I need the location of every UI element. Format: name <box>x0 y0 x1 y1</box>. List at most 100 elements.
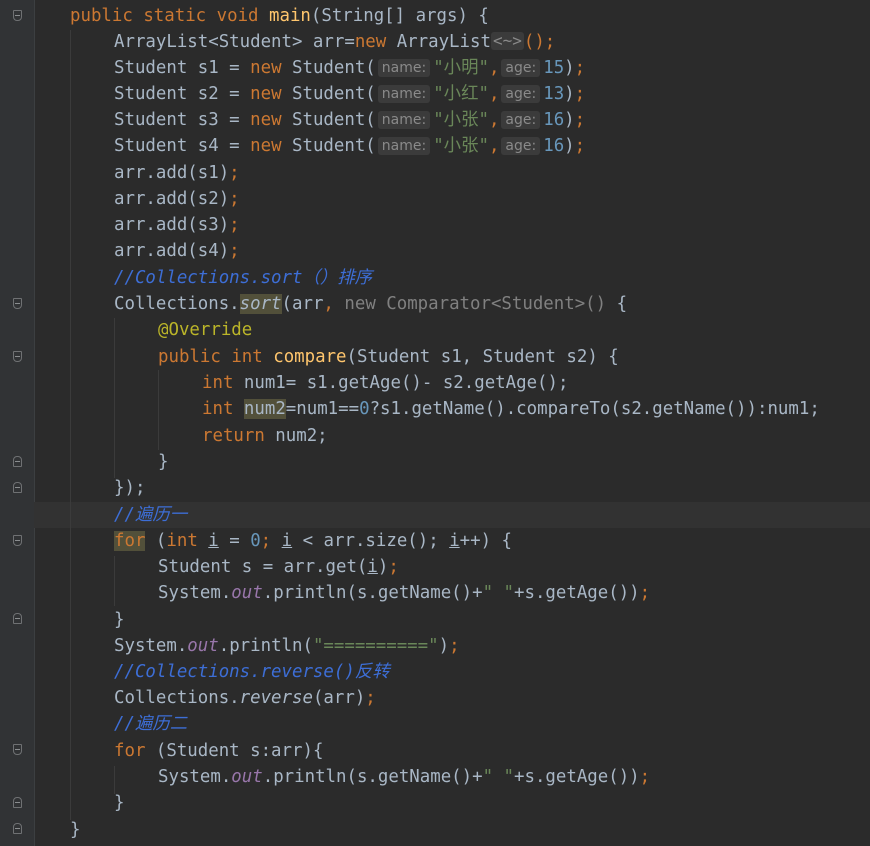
code-text: .println(s.getName()+ <box>262 583 483 603</box>
string-literal: "小明" <box>433 58 489 78</box>
code-text: System. <box>158 583 232 603</box>
fold-marker-icon[interactable] <box>13 351 22 362</box>
code-text: arr.add(s3) <box>114 215 230 235</box>
code-line-final-brace[interactable]: } <box>70 817 80 843</box>
code-text: System. <box>158 767 232 787</box>
semicolon: ; <box>260 531 272 551</box>
code-line-add-s3[interactable]: arr.add(s3); <box>114 212 240 238</box>
number-literal: 13 <box>543 84 565 104</box>
keyword-highlighted: for <box>114 531 146 551</box>
code-line-add-s2[interactable]: arr.add(s2); <box>114 186 240 212</box>
keyword: int <box>202 399 234 419</box>
code-line-for-each[interactable]: for (Student s:arr){ <box>114 738 323 764</box>
keyword: public <box>158 347 221 367</box>
code-line-add-s1[interactable]: arr.add(s1); <box>114 160 240 186</box>
code-line-student-s4[interactable]: Student s4 = new Student(name: "小张", age: 1… <box>114 133 585 159</box>
keyword: new <box>250 136 282 156</box>
number-literal: 16 <box>543 136 565 156</box>
code-text: ?s1.getName().compareTo(s2.getName()):nu… <box>369 399 820 419</box>
code-line-main-signature[interactable]: public static void main(String[] args) { <box>70 3 489 29</box>
code-line-compare-signature[interactable]: public int compare(Student s1, Student s… <box>158 344 619 370</box>
param-hint-age: age: <box>501 111 541 129</box>
code-text: (); <box>523 32 556 52</box>
code-line-add-s4[interactable]: arr.add(s4); <box>114 238 240 264</box>
fold-marker-icon[interactable] <box>13 456 22 467</box>
diamond-inlay-hint: <~> <box>490 31 524 50</box>
code-line-return[interactable]: return num2; <box>202 423 328 449</box>
folded-anonymous-class: new Comparator<Student>() <box>333 294 607 314</box>
keyword: return <box>202 426 265 446</box>
keyword: int <box>231 347 263 367</box>
fold-marker-icon[interactable] <box>13 10 22 21</box>
loop-variable: i <box>367 557 378 577</box>
code-text: Student s1 = <box>114 58 251 78</box>
code-text: .println( <box>218 636 313 656</box>
code-text: arr.add(s1) <box>114 163 230 183</box>
keyword: new <box>250 58 282 78</box>
code-line-student-s2[interactable]: Student s2 = new Student(name: "小红", age: 1… <box>114 81 585 107</box>
static-field: out <box>231 583 263 603</box>
code-line-println-1[interactable]: System.out.println(s.getName()+" "+s.get… <box>158 580 650 606</box>
code-text: ( <box>145 531 167 551</box>
code-comment-reverse[interactable]: //Collections.reverse()反转 <box>114 659 390 685</box>
param-hint-name: name: <box>377 85 431 103</box>
code-text: num2; <box>264 426 328 446</box>
code-text: arr.add(s4) <box>114 241 230 261</box>
fold-marker-icon[interactable] <box>13 482 22 493</box>
string-literal: " " <box>482 583 515 603</box>
code-line-student-s3[interactable]: Student s3 = new Student(name: "小张", age: 1… <box>114 107 585 133</box>
code-line-println-2[interactable]: System.out.println(s.getName()+" "+s.get… <box>158 764 650 790</box>
param-hint-age: age: <box>501 59 541 77</box>
fold-marker-icon[interactable] <box>13 613 22 624</box>
indent-guide <box>114 556 115 606</box>
string-literal: "小张" <box>433 136 489 156</box>
string-literal: "小红" <box>433 84 489 104</box>
code-comment-sort[interactable]: //Collections.sort（）排序 <box>114 265 372 291</box>
keyword: for <box>114 741 146 761</box>
code-text: =num1== <box>285 399 360 419</box>
code-line-arraylist[interactable]: ArrayList<Student> arr=new ArrayList <~>(… <box>114 29 555 55</box>
code-text: ArrayList <box>386 32 491 52</box>
comma: , <box>488 84 500 104</box>
param-hint-name: name: <box>377 111 431 129</box>
code-line-for-index[interactable]: for (int i = 0; i < arr.size(); i++) { <box>114 528 512 554</box>
code-text: Student( <box>281 58 376 78</box>
code-line-get[interactable]: Student s = arr.get(i); <box>158 554 399 580</box>
code-line-student-s1[interactable]: Student s1 = new Student(name: "小明", age: 1… <box>114 55 585 81</box>
code-text: System. <box>114 636 188 656</box>
code-line-brace[interactable]: } <box>114 607 124 633</box>
code-editor[interactable]: public static void main(String[] args) {… <box>0 0 870 846</box>
fold-marker-icon[interactable] <box>13 535 22 546</box>
code-comment-loop2[interactable]: //遍历二 <box>114 711 187 737</box>
indent-guide <box>114 318 115 478</box>
code-line-num2[interactable]: int num2=num1==0?s1.getName().compareTo(… <box>202 396 820 422</box>
param-hint-name: name: <box>377 137 431 155</box>
code-text: Collections. <box>114 294 240 314</box>
code-text: +s.getAge()) <box>514 583 640 603</box>
code-text: < arr.size(); <box>292 531 450 551</box>
code-line-close-sort[interactable]: }); <box>114 475 145 501</box>
keyword: new <box>250 110 282 130</box>
fold-marker-icon[interactable] <box>13 797 22 808</box>
code-line-brace[interactable]: } <box>114 790 124 816</box>
code-comment-loop1[interactable]: //遍历一 <box>114 502 187 528</box>
fold-marker-icon[interactable] <box>13 823 22 834</box>
keyword: static <box>143 6 207 26</box>
keyword: public <box>70 6 133 26</box>
code-line-println-separator[interactable]: System.out.println("=========="); <box>114 633 460 659</box>
code-text: (arr <box>281 294 324 314</box>
code-line-num1[interactable]: int num1= s1.getAge()- s2.getAge(); <box>202 370 568 396</box>
fold-marker-icon[interactable] <box>13 298 22 309</box>
code-text: Student( <box>281 84 376 104</box>
code-line-collections-sort[interactable]: Collections.sort(arr, new Comparator<Stu… <box>114 291 627 317</box>
code-line-brace[interactable]: } <box>158 449 168 475</box>
code-annotation-override[interactable]: @Override <box>158 317 252 343</box>
keyword: int <box>202 373 234 393</box>
fold-marker-icon[interactable] <box>13 744 22 755</box>
code-text: (Student s1, Student s2) { <box>346 347 619 367</box>
code-line-collections-reverse[interactable]: Collections.reverse(arr); <box>114 685 376 711</box>
code-text: ArrayList<Student> arr= <box>114 32 355 52</box>
